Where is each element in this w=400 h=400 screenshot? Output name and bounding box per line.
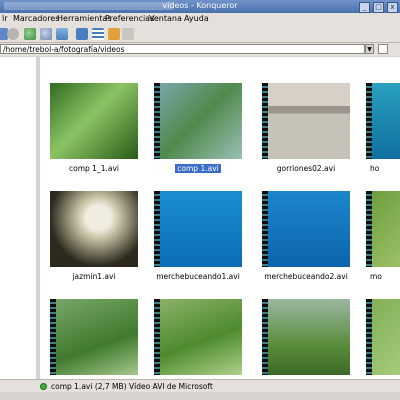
panel-splitter[interactable] <box>36 57 39 379</box>
title-bar: videos - Konqueror _ □ x <box>0 0 400 13</box>
icon-view-icon[interactable] <box>76 28 88 40</box>
file-item[interactable] <box>356 273 400 379</box>
menu-herramientas[interactable]: Herramientas <box>57 14 112 23</box>
window-title: videos - Konqueror <box>162 1 238 10</box>
menu-preferencias[interactable]: Preferencias <box>105 14 154 23</box>
navigation-panel[interactable] <box>0 57 39 379</box>
film-strip <box>366 83 372 159</box>
file-item[interactable]: merchebuceando2.avi <box>252 165 360 281</box>
file-item[interactable]: comp 1_1.avi <box>40 57 148 173</box>
status-bar: comp 1.avi (2,7 MB) Vídeo AVI de Microso… <box>0 379 400 393</box>
window-bottom-edge <box>0 392 400 400</box>
preview-icon[interactable] <box>108 28 120 40</box>
video-thumbnail <box>154 191 242 267</box>
menu-ayuda[interactable]: Ayuda <box>184 14 209 23</box>
video-thumbnail <box>50 191 138 267</box>
location-dropdown[interactable]: ▼ <box>365 44 374 54</box>
file-item[interactable]: merchebuceando1.avi <box>144 165 252 281</box>
video-thumbnail <box>262 299 350 375</box>
location-input[interactable]: /home/trebol-a/fotografía/videos <box>0 44 365 54</box>
video-thumbnail <box>366 299 400 375</box>
video-thumbnail <box>262 83 350 159</box>
film-strip <box>154 191 160 267</box>
video-thumbnail <box>262 191 350 267</box>
film-strip <box>154 83 160 159</box>
video-thumbnail <box>50 299 138 375</box>
film-strip <box>262 191 268 267</box>
video-thumbnail <box>154 83 242 159</box>
video-thumbnail <box>366 191 400 267</box>
film-strip <box>366 191 372 267</box>
location-bar: /home/trebol-a/fotografía/videos ▼ <box>0 43 400 56</box>
menu-ventana[interactable]: Ventana <box>149 14 182 23</box>
file-item[interactable] <box>144 273 252 379</box>
file-item[interactable]: ho <box>356 57 400 173</box>
copy-icon[interactable] <box>56 28 68 40</box>
video-thumbnail <box>50 83 138 159</box>
minimize-button[interactable]: _ <box>359 2 370 13</box>
status-ok-icon <box>40 383 47 390</box>
file-icon-view[interactable]: comp 1_1.avi comp 1.avi gorriones02.avi … <box>40 57 400 379</box>
file-item[interactable]: mo <box>356 165 400 281</box>
film-strip <box>50 299 56 375</box>
menu-bar: lr Marcadores Herramientas Preferencias … <box>0 13 400 26</box>
maximize-button[interactable]: □ <box>373 2 384 13</box>
menu-marcadores[interactable]: Marcadores <box>13 14 59 23</box>
close-button[interactable]: x <box>387 2 398 13</box>
file-item[interactable]: jazmin1.avi <box>40 165 148 281</box>
menu-ir[interactable]: lr <box>2 14 8 23</box>
sidebar-toggle-icon[interactable] <box>122 28 134 40</box>
video-thumbnail <box>154 299 242 375</box>
file-item[interactable] <box>40 273 148 379</box>
film-strip <box>262 83 268 159</box>
video-thumbnail <box>366 83 400 159</box>
location-go-icon[interactable] <box>378 44 388 54</box>
film-strip <box>262 299 268 375</box>
status-text: comp 1.avi (2,7 MB) Vídeo AVI de Microso… <box>51 382 213 391</box>
stop-icon[interactable] <box>7 28 19 40</box>
zoom-in-icon[interactable] <box>24 28 36 40</box>
file-item[interactable]: gorriones02.avi <box>252 57 360 173</box>
file-item[interactable]: comp 1.avi <box>144 57 252 173</box>
detail-view-icon[interactable] <box>92 28 104 40</box>
film-strip <box>366 299 372 375</box>
file-item[interactable] <box>252 273 360 379</box>
toolbar <box>0 26 400 43</box>
zoom-out-icon[interactable] <box>40 28 52 40</box>
film-strip <box>154 299 160 375</box>
